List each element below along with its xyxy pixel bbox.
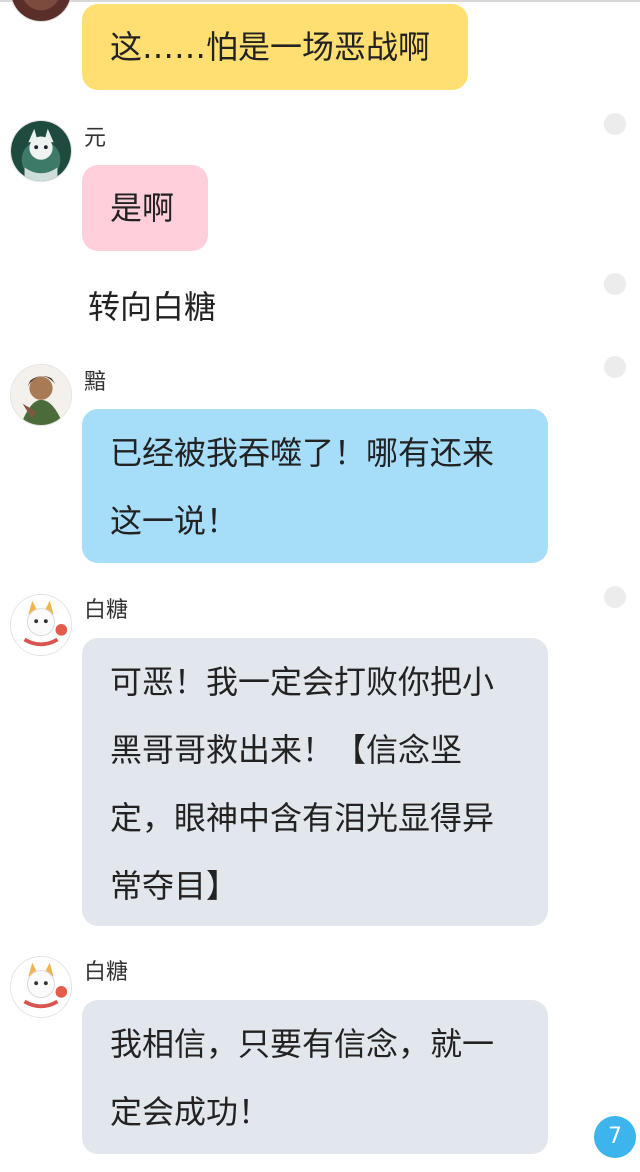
status-dot [604,113,626,135]
message-bubble[interactable]: 是啊 [82,165,208,251]
message-bubble[interactable]: 这……怕是一场恶战啊 [82,4,468,90]
status-dot [604,356,626,378]
status-dot [604,273,626,295]
avatar-partial-icon [11,0,71,21]
avatar-yuan[interactable] [10,120,72,182]
sender-name: 元 [84,126,107,151]
avatar-an[interactable] [10,364,72,426]
narration-text: 转向白糖 [88,288,217,326]
avatar-cat-spirit-icon [11,121,71,181]
avatar-baitang[interactable] [10,594,72,656]
unread-count-badge[interactable]: 7 [594,1116,636,1158]
message-bubble[interactable]: 我相信，只要有信念，就一定会成功！ [82,1000,548,1154]
message-bubble[interactable]: 可恶！我一定会打败你把小黑哥哥救出来！【信念坚定，眼神中含有泪光显得异常夺目】 [82,638,548,926]
avatar-dark-warrior-icon [11,365,71,425]
status-dot [604,586,626,608]
sender-name: 黯 [84,370,107,395]
avatar-partial[interactable] [10,0,72,22]
sender-name: 白糖 [84,960,129,985]
avatar-baitang[interactable] [10,956,72,1018]
top-divider [0,0,640,2]
avatar-white-cat-icon [11,957,71,1017]
sender-name: 白糖 [84,598,129,623]
message-bubble[interactable]: 已经被我吞噬了！哪有还来这一说！ [82,409,548,563]
avatar-white-cat-icon [11,595,71,655]
